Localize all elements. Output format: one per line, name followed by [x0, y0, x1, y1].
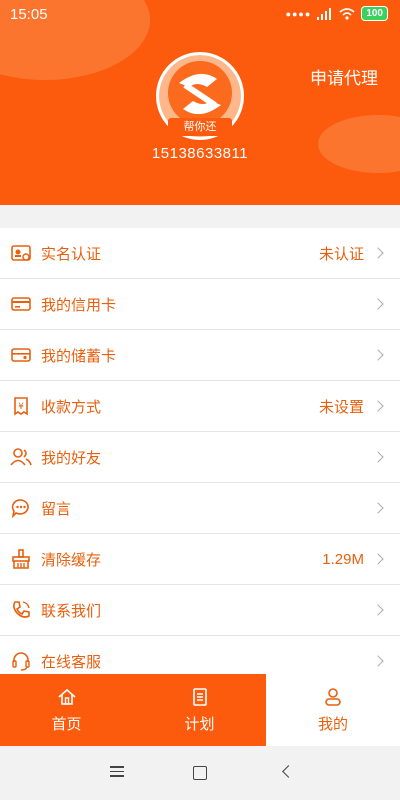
chevron-right-icon	[372, 655, 384, 667]
credit-card-icon	[10, 293, 32, 315]
back-button-icon[interactable]	[282, 765, 295, 778]
profile-menu: 实名认证 未认证 我的信用卡 我的储蓄卡 ¥ 收款方式 未设置 我的好友 留言 …	[0, 228, 400, 687]
chevron-right-icon	[372, 400, 384, 412]
menu-item-debit-card[interactable]: 我的储蓄卡	[0, 330, 400, 381]
status-time: 15:05	[10, 6, 48, 23]
menu-item-value: 未设置	[318, 398, 364, 416]
decorative-blob	[318, 115, 400, 173]
avatar-badge: 帮你还	[168, 118, 232, 136]
friends-icon	[10, 446, 32, 468]
menu-item-label: 我的储蓄卡	[41, 347, 117, 365]
bottom-tab-bar: 首页 计划 我的	[0, 674, 400, 746]
signal-icon	[317, 7, 332, 20]
menu-item-clear-cache[interactable]: 清除缓存 1.29M	[0, 534, 400, 585]
profile-icon	[325, 687, 341, 706]
tab-plan[interactable]: 计划	[133, 674, 266, 746]
menu-item-credit-card[interactable]: 我的信用卡	[0, 279, 400, 330]
id-card-icon	[10, 242, 32, 264]
menu-item-label: 我的好友	[41, 449, 102, 467]
recent-apps-icon[interactable]	[110, 766, 124, 780]
menu-item-message[interactable]: 留言	[0, 483, 400, 534]
tab-mine[interactable]: 我的	[266, 674, 400, 746]
chevron-right-icon	[372, 553, 384, 565]
menu-item-label: 我的信用卡	[41, 296, 117, 314]
message-icon	[10, 497, 32, 519]
apply-agent-button[interactable]: 申请代理	[310, 64, 378, 89]
system-nav-bar	[0, 746, 400, 800]
chevron-right-icon	[372, 298, 384, 310]
menu-item-friends[interactable]: 我的好友	[0, 432, 400, 483]
profile-header: 15:05 ●●●● 100 申请代理 帮你还 15138633811	[0, 0, 400, 205]
home-icon	[57, 688, 76, 705]
chevron-right-icon	[372, 349, 384, 361]
wifi-icon	[339, 7, 355, 20]
menu-item-label: 留言	[41, 500, 72, 518]
menu-item-label: 收款方式	[41, 398, 102, 416]
menu-item-value: 未认证	[318, 245, 364, 263]
phone-number: 15138633811	[151, 145, 249, 162]
chevron-right-icon	[372, 247, 384, 259]
chevron-right-icon	[372, 604, 384, 616]
chevron-right-icon	[372, 451, 384, 463]
chevron-right-icon	[372, 502, 384, 514]
tab-label: 首页	[51, 715, 82, 733]
status-bar: 15:05 ●●●● 100	[0, 0, 400, 30]
battery-icon: 100	[361, 6, 388, 21]
menu-item-value: 1.29M	[322, 550, 364, 568]
menu-item-label: 在线客服	[41, 653, 102, 671]
menu-item-contact-us[interactable]: 联系我们	[0, 585, 400, 636]
tab-home[interactable]: 首页	[0, 674, 133, 746]
svg-text:¥: ¥	[18, 402, 24, 412]
broom-icon	[10, 548, 32, 570]
headset-icon	[10, 650, 32, 672]
yen-receipt-icon: ¥	[10, 395, 32, 417]
notification-dots-icon: ●●●●	[285, 8, 312, 19]
tab-label: 计划	[184, 715, 215, 733]
menu-item-real-name[interactable]: 实名认证 未认证	[0, 228, 400, 279]
menu-item-payment-method[interactable]: ¥ 收款方式 未设置	[0, 381, 400, 432]
tab-label: 我的	[317, 715, 348, 733]
phone-icon	[10, 599, 32, 621]
plan-icon	[192, 687, 207, 706]
menu-item-label: 实名认证	[41, 245, 102, 263]
debit-card-icon	[10, 344, 32, 366]
menu-item-label: 联系我们	[41, 602, 102, 620]
home-button-icon[interactable]	[193, 766, 207, 780]
menu-item-label: 清除缓存	[41, 551, 102, 569]
